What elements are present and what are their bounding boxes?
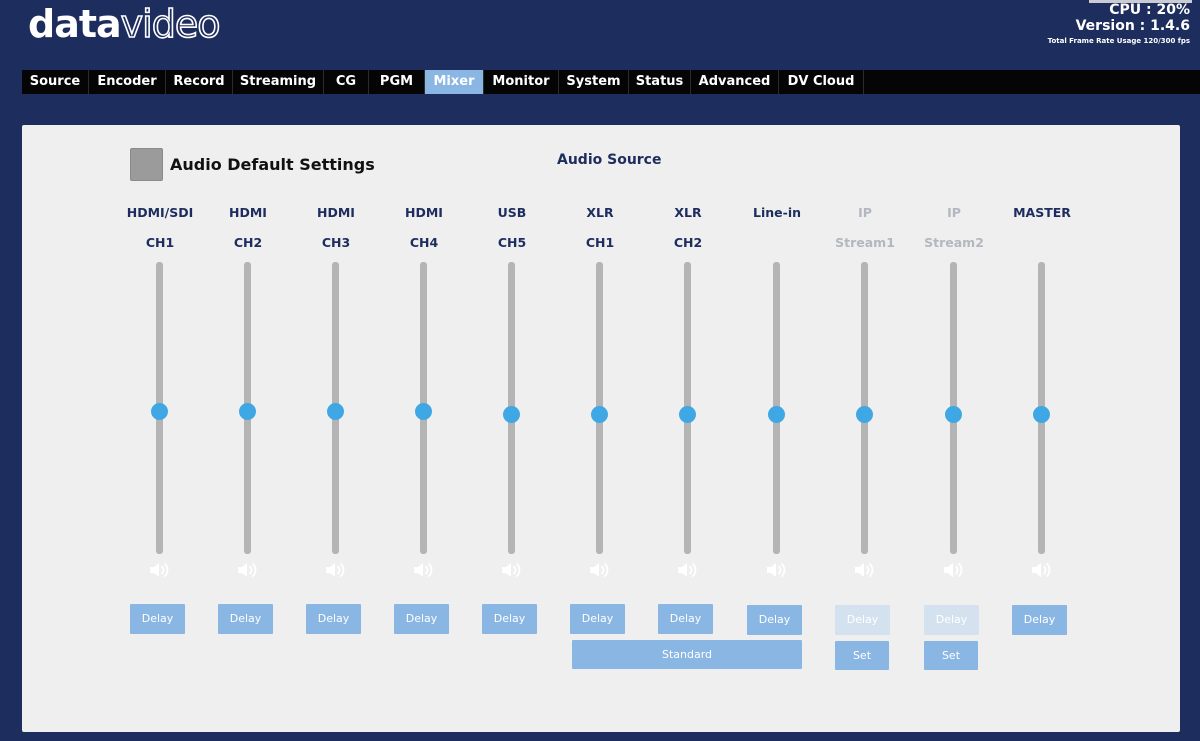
speaker-icon[interactable] — [147, 560, 171, 580]
channel-sub-label: Stream1 — [835, 235, 895, 250]
delay-button[interactable]: Delay — [658, 604, 713, 634]
delay-button[interactable]: Delay — [218, 604, 273, 634]
header: datavideo CPU : 20% Version : 1.4.6 Tota… — [0, 0, 1200, 70]
tab-streaming[interactable]: Streaming — [233, 70, 324, 94]
tab-monitor[interactable]: Monitor — [484, 70, 559, 94]
default-settings-label: Audio Default Settings — [170, 155, 375, 174]
speaker-icon[interactable] — [499, 560, 523, 580]
channel-source-label: HDMI — [405, 205, 443, 220]
set-button[interactable]: Set — [835, 641, 889, 670]
speaker-icon[interactable] — [852, 560, 876, 580]
speaker-icon[interactable] — [323, 560, 347, 580]
tab-record[interactable]: Record — [166, 70, 233, 94]
mixer-panel: Audio Default Settings Audio Source HDMI… — [22, 125, 1180, 732]
channel-source-label: XLR — [674, 205, 702, 220]
volume-slider-knob[interactable] — [327, 402, 344, 420]
tab-source[interactable]: Source — [22, 70, 89, 94]
delay-button[interactable]: Delay — [835, 605, 890, 635]
frame-rate-usage: Total Frame Rate Usage 120/300 fps — [1047, 37, 1190, 45]
default-settings-checkbox[interactable] — [130, 148, 163, 181]
delay-button[interactable]: Delay — [1012, 605, 1067, 635]
tab-status[interactable]: Status — [629, 70, 691, 94]
audio-source-title: Audio Source — [557, 152, 662, 168]
channel-source-label: XLR — [586, 205, 614, 220]
cpu-usage: CPU : 20% — [1109, 2, 1190, 18]
tab-system[interactable]: System — [559, 70, 629, 94]
delay-button[interactable]: Delay — [306, 604, 361, 634]
volume-slider-knob[interactable] — [679, 405, 696, 423]
channel-source-label: IP — [947, 205, 961, 220]
tab-advanced[interactable]: Advanced — [691, 70, 779, 94]
volume-slider-knob[interactable] — [945, 405, 962, 423]
set-button[interactable]: Set — [924, 641, 978, 670]
volume-slider-knob[interactable] — [1033, 405, 1050, 423]
channel-sub-label: Stream2 — [924, 235, 984, 250]
channel-sub-label: CH3 — [321, 235, 351, 250]
volume-slider-knob[interactable] — [415, 402, 432, 420]
channel-sub-label: CH1 — [145, 235, 175, 250]
delay-button[interactable]: Delay — [130, 604, 185, 634]
speaker-icon[interactable] — [587, 560, 611, 580]
datavideo-logo: datavideo — [28, 1, 221, 47]
channel-sub-label: CH2 — [673, 235, 703, 250]
speaker-icon[interactable] — [764, 560, 788, 580]
tab-cg[interactable]: CG — [324, 70, 369, 94]
delay-button[interactable]: Delay — [924, 605, 979, 635]
channel-source-label: Line-in — [753, 205, 801, 220]
version-label: Version : 1.4.6 — [1075, 18, 1190, 34]
delay-button[interactable]: Delay — [394, 604, 449, 634]
channel-source-label: IP — [858, 205, 872, 220]
main-nav: Source Encoder Record Streaming CG PGM M… — [22, 70, 1200, 94]
channel-sub-label: CH5 — [497, 235, 527, 250]
speaker-icon[interactable] — [941, 560, 965, 580]
volume-slider-knob[interactable] — [591, 405, 608, 423]
speaker-icon[interactable] — [1029, 560, 1053, 580]
channel-sub-label: CH2 — [233, 235, 263, 250]
volume-slider-knob[interactable] — [239, 402, 256, 420]
volume-slider-knob[interactable] — [768, 405, 785, 423]
volume-slider-knob[interactable] — [856, 405, 873, 423]
channel-source-label: HDMI/SDI — [126, 205, 194, 220]
volume-slider-knob[interactable] — [151, 402, 168, 420]
volume-slider-knob[interactable] — [503, 405, 520, 423]
speaker-icon[interactable] — [411, 560, 435, 580]
channel-sub-label: CH4 — [409, 235, 439, 250]
channel-source-label: HDMI — [317, 205, 355, 220]
tab-mixer[interactable]: Mixer — [425, 70, 484, 94]
tab-pgm[interactable]: PGM — [369, 70, 425, 94]
delay-button[interactable]: Delay — [570, 604, 625, 634]
channel-source-label: MASTER — [1013, 205, 1071, 220]
channel-source-label: HDMI — [229, 205, 267, 220]
speaker-icon[interactable] — [675, 560, 699, 580]
channel-source-label: USB — [497, 205, 527, 220]
tab-encoder[interactable]: Encoder — [89, 70, 166, 94]
delay-button[interactable]: Delay — [747, 605, 802, 635]
channel-sub-label: CH1 — [585, 235, 615, 250]
standard-button[interactable]: Standard — [572, 640, 802, 669]
speaker-icon[interactable] — [235, 560, 259, 580]
tab-dv-cloud[interactable]: DV Cloud — [779, 70, 864, 94]
delay-button[interactable]: Delay — [482, 604, 537, 634]
